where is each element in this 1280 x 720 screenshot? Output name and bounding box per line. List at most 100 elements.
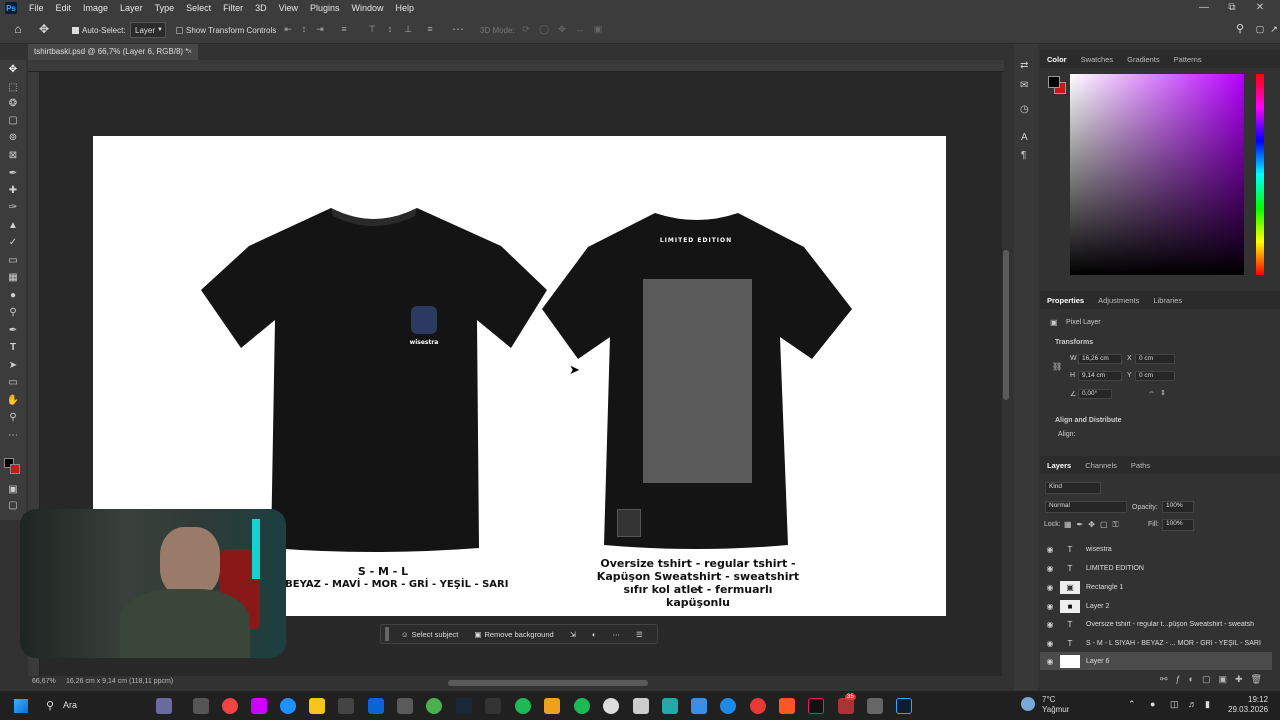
tab-properties[interactable]: Properties [1040, 296, 1091, 305]
menu-select[interactable]: Select [180, 3, 217, 13]
character-icon[interactable]: A [1021, 132, 1028, 143]
clock-icon[interactable]: ◷ [1020, 104, 1029, 115]
tray-expand-icon[interactable]: ⌃ [1128, 699, 1136, 710]
layer-row-sizes-text[interactable]: ◉ T S - M - L SİYAH - BEYAZ - ... MOR - … [1040, 634, 1272, 652]
move-tool-icon[interactable]: ✥ [6, 64, 20, 76]
type-tool-icon[interactable]: T [6, 342, 20, 354]
edit-toolbar-icon[interactable]: ⋯ [6, 430, 20, 442]
opacity-field[interactable]: 100% [1162, 501, 1194, 513]
notification-app-icon[interactable] [838, 698, 854, 714]
tab-swatches[interactable]: Swatches [1074, 55, 1121, 64]
rectangle-tool-icon[interactable]: ▭ [6, 377, 20, 389]
show-transform-checkbox[interactable]: Show Transform Controls [176, 22, 276, 38]
healing-brush-icon[interactable]: ✚ [6, 185, 20, 197]
layer-row-rectangle-1[interactable]: ◉ ▣ Rectangle 1 [1040, 578, 1272, 596]
layer-filter-kind[interactable]: Kind [1045, 482, 1101, 494]
transform-icon[interactable]: ⇲ [562, 630, 584, 639]
align-center-icon[interactable]: ↕ [298, 24, 310, 34]
object-select-tool-icon[interactable]: ▢ [6, 115, 20, 127]
auto-select-dropdown[interactable]: Layer ▼ [130, 22, 166, 38]
x-field[interactable]: 0 cm [1135, 354, 1175, 364]
steam-icon[interactable] [456, 698, 472, 714]
screen-mode-icon[interactable]: ▢ [6, 500, 20, 512]
y-field[interactable]: 0 cm [1135, 371, 1175, 381]
link-icon[interactable]: ⛓ [1052, 362, 1062, 371]
move-tool-icon[interactable]: ✥ [38, 23, 50, 35]
tab-libraries[interactable]: Libraries [1146, 296, 1189, 305]
edge-icon[interactable] [280, 698, 296, 714]
height-field[interactable]: 9,14 cm [1078, 371, 1122, 381]
align-top-icon[interactable]: ⊤ [366, 24, 378, 34]
vertical-scrollbar[interactable] [1003, 250, 1009, 400]
spotify-icon[interactable] [574, 698, 590, 714]
visibility-eye-icon[interactable]: ◉ [1040, 639, 1060, 648]
close-icon[interactable]: ✕ [1246, 0, 1274, 16]
safari-icon[interactable] [720, 698, 736, 714]
file-explorer-icon[interactable] [309, 698, 325, 714]
color-picker-field[interactable] [1070, 74, 1244, 275]
eyedropper-tool-icon[interactable]: ✒ [6, 168, 20, 180]
background-color-swatch[interactable] [10, 464, 20, 474]
volume-icon[interactable]: ♬ [1188, 699, 1197, 709]
menu-help[interactable]: Help [390, 3, 421, 13]
mask-icon[interactable]: ◐ [584, 630, 605, 639]
menu-type[interactable]: Type [149, 3, 181, 13]
lasso-tool-icon[interactable]: ❂ [6, 98, 20, 110]
layer-row-oversize-text[interactable]: ◉ T Oversize tshirt - regular t...püşon … [1040, 615, 1272, 633]
drag-handle[interactable] [385, 627, 389, 641]
select-subject-button[interactable]: ☺ Select subject [393, 630, 466, 639]
tab-adjustments[interactable]: Adjustments [1091, 296, 1146, 305]
crop-tool-icon[interactable]: ⊚ [6, 132, 20, 144]
horizontal-scrollbar[interactable] [448, 680, 648, 686]
brush-tool-icon[interactable]: ✑ [6, 202, 20, 214]
search-icon[interactable]: ⚲ [1234, 24, 1246, 35]
home-icon[interactable]: ⌂ [12, 23, 24, 35]
more-icon[interactable]: ⋯ [605, 630, 629, 639]
browser-icon[interactable] [662, 698, 678, 714]
tab-paths[interactable]: Paths [1124, 461, 1157, 470]
menu-window[interactable]: Window [346, 3, 390, 13]
eraser-tool-icon[interactable]: ▭ [6, 255, 20, 267]
menu-plugins[interactable]: Plugins [304, 3, 346, 13]
layer-row-layer-2[interactable]: ◉ ■ Layer 2 [1040, 597, 1272, 615]
epic-games-icon[interactable] [485, 698, 501, 714]
print-area-rectangle[interactable] [643, 279, 752, 483]
todo-icon[interactable] [691, 698, 707, 714]
remove-background-button[interactable]: ▣ Remove background [466, 630, 561, 639]
menu-view[interactable]: View [273, 3, 304, 13]
flip-vertical-icon[interactable]: ⇕ [1160, 389, 1166, 397]
tab-gradients[interactable]: Gradients [1120, 55, 1167, 64]
close-tab-icon[interactable]: × [187, 44, 192, 60]
clock-time[interactable]: 19:12 [1248, 695, 1268, 704]
quick-mask-icon[interactable]: ▣ [6, 484, 20, 496]
fill-field[interactable]: 100% [1162, 519, 1194, 531]
blur-tool-icon[interactable]: ● [6, 290, 20, 302]
search-icon[interactable]: ⚲ [46, 699, 54, 712]
zoom-level[interactable]: 66,67% [32, 678, 56, 685]
blend-mode-dropdown[interactable]: Normal [1045, 501, 1127, 513]
visibility-eye-icon[interactable]: ◉ [1040, 602, 1060, 611]
search-highlight-icon[interactable] [156, 698, 172, 714]
align-left-icon[interactable]: ⇤ [282, 24, 294, 34]
frame-tool-icon[interactable]: ⊠ [6, 150, 20, 162]
marquee-tool-icon[interactable]: ⬚ [6, 82, 20, 94]
tab-channels[interactable]: Channels [1078, 461, 1124, 470]
brave-icon[interactable] [779, 698, 795, 714]
history-brush-icon[interactable]: ✓ [6, 237, 20, 249]
visibility-eye-icon[interactable]: ◉ [1040, 583, 1060, 592]
windows-start-icon[interactable] [14, 699, 28, 713]
copilot-icon[interactable] [251, 698, 267, 714]
minimize-icon[interactable]: — [1190, 0, 1218, 16]
path-select-icon[interactable]: ➤ [6, 360, 20, 372]
share-icon[interactable]: ↗ [1268, 24, 1280, 34]
tiktok-icon[interactable] [808, 698, 824, 714]
microphone-icon[interactable]: ● [1150, 699, 1155, 709]
layer-row-wisestra[interactable]: ◉ T wisestra [1040, 540, 1272, 558]
calculator-icon[interactable] [397, 698, 413, 714]
workspace-icon[interactable]: ▢ [1254, 24, 1266, 34]
menu-filter[interactable]: Filter [217, 3, 249, 13]
lock-icons[interactable]: ▦✒✥▢⚿ [1064, 520, 1124, 530]
taskbar-search-input[interactable]: Ara [63, 700, 77, 710]
align-middle-icon[interactable]: ↕ [384, 24, 396, 34]
chrome-red-icon[interactable] [222, 698, 238, 714]
